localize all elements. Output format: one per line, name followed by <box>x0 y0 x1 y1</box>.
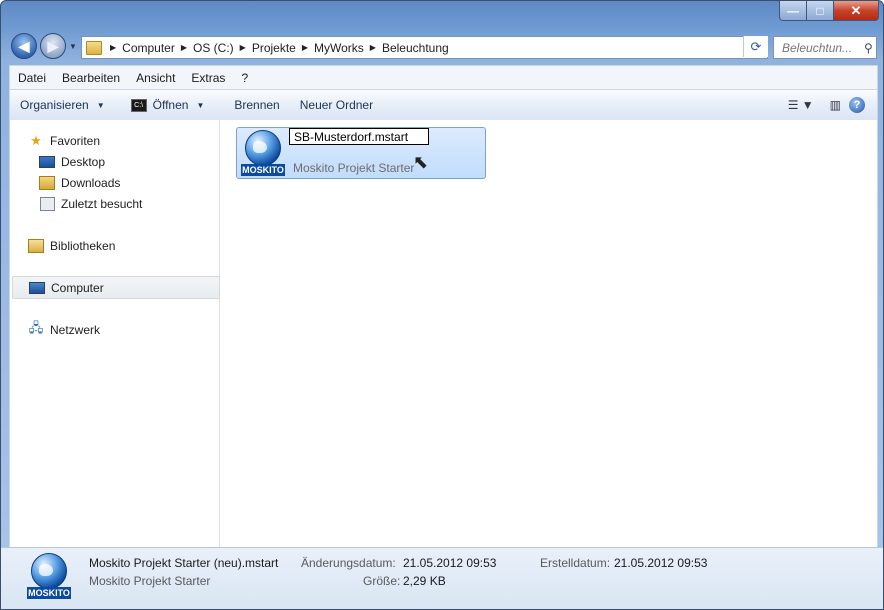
close-button[interactable]: ✕ <box>834 1 879 21</box>
chevron-down-icon: ▼ <box>196 100 205 110</box>
search-input[interactable] <box>774 39 864 56</box>
details-modified-label: Änderungsdatum: <box>301 556 396 570</box>
sidebar-item-netzwerk[interactable]: 🖧 Netzwerk <box>28 319 218 340</box>
organize-button[interactable]: Organisieren ▼ <box>10 98 115 112</box>
menu-extras[interactable]: Extras <box>183 71 233 85</box>
breadcrumb-arrow-icon[interactable]: ▶ <box>108 43 118 52</box>
breadcrumb-myworks[interactable]: MyWorks <box>310 41 368 55</box>
menu-bearbeiten[interactable]: Bearbeiten <box>54 71 128 85</box>
navigation-buttons: ◀ ▶ ▼ <box>11 33 77 59</box>
maximize-button[interactable]: □ <box>807 1 834 21</box>
organize-label: Organisieren <box>20 98 89 112</box>
moskito-logo-icon: MOSKITO <box>241 130 285 176</box>
computer-icon <box>29 281 45 295</box>
sidebar-item-label: Computer <box>51 280 104 295</box>
open-button[interactable]: C:\ Öffnen ▼ <box>121 98 215 112</box>
sidebar-item-bibliotheken[interactable]: Bibliotheken <box>28 235 218 256</box>
moskito-logo-icon: MOSKITO <box>27 553 71 599</box>
caption-buttons: — □ ✕ <box>779 1 879 21</box>
breadcrumb-arrow-icon[interactable]: ▶ <box>179 43 189 52</box>
command-bar: Organisieren ▼ C:\ Öffnen ▼ Brennen Neue… <box>9 89 878 121</box>
menu-ansicht[interactable]: Ansicht <box>128 71 183 85</box>
search-icon[interactable]: ⚲ <box>864 41 873 55</box>
navigation-pane: ★ Favoriten Desktop Downloads Zuletzt be… <box>10 120 220 547</box>
breadcrumb-arrow-icon[interactable]: ▶ <box>238 43 248 52</box>
details-file-name: Moskito Projekt Starter (neu).mstart <box>89 556 279 570</box>
sidebar-item-computer[interactable]: Computer <box>12 276 220 299</box>
sidebar-item-label: Downloads <box>61 175 121 190</box>
console-icon: C:\ <box>130 98 147 112</box>
details-modified-value: 21.05.2012 09:53 <box>403 556 497 570</box>
file-list[interactable]: MOSKITO Moskito Projekt Starter ⬉ <box>220 120 877 547</box>
open-label: Öffnen <box>152 98 189 112</box>
globe-icon <box>245 130 281 166</box>
desktop-icon <box>39 155 55 169</box>
sidebar-item-label: Netzwerk <box>50 322 101 337</box>
main-area: ★ Favoriten Desktop Downloads Zuletzt be… <box>9 120 878 547</box>
sidebar-item-label: Desktop <box>61 154 106 169</box>
burn-button[interactable]: Brennen <box>224 98 289 112</box>
file-item[interactable]: MOSKITO Moskito Projekt Starter ⬉ <box>236 127 486 179</box>
menu-bar: Datei Bearbeiten Ansicht Extras ? <box>9 65 878 89</box>
recent-pages-dropdown-icon[interactable]: ▼ <box>69 42 77 51</box>
menu-datei[interactable]: Datei <box>10 71 54 85</box>
downloads-folder-icon <box>39 175 55 190</box>
network-icon: 🖧 <box>28 319 44 335</box>
sidebar-item-downloads[interactable]: Downloads <box>39 172 218 193</box>
details-pane: MOSKITO Moskito Projekt Starter (neu).ms… <box>1 547 883 609</box>
back-button[interactable]: ◀ <box>11 33 37 59</box>
forward-button[interactable]: ▶ <box>40 33 66 59</box>
sidebar-item-label: Bibliotheken <box>50 238 116 253</box>
search-box[interactable]: ⚲ <box>773 36 877 59</box>
address-bar[interactable]: ▶ Computer ▶ OS (C:) ▶ Projekte ▶ MyWork… <box>81 36 768 59</box>
details-created-label: Erstelldatum: <box>540 556 611 570</box>
command-bar-right: ☰ ▼ ▥ ? <box>780 97 877 113</box>
details-size-label: Größe: <box>363 574 401 588</box>
sidebar-item-favoriten[interactable]: ★ Favoriten <box>28 130 218 151</box>
refresh-icon: ⟳ <box>750 38 762 54</box>
breadcrumb: ▶ Computer ▶ OS (C:) ▶ Projekte ▶ MyWork… <box>108 41 453 55</box>
refresh-button[interactable]: ⟳ <box>743 36 768 57</box>
sidebar-item-desktop[interactable]: Desktop <box>39 151 218 172</box>
mouse-cursor-icon: ⬉ <box>413 152 429 172</box>
globe-icon <box>31 553 67 589</box>
breadcrumb-arrow-icon[interactable]: ▶ <box>368 43 378 52</box>
file-type-label: Moskito Projekt Starter <box>293 161 415 175</box>
star-icon: ★ <box>30 132 42 148</box>
moskito-logo-text: MOSKITO <box>27 587 71 599</box>
breadcrumb-projekte[interactable]: Projekte <box>248 41 300 55</box>
sidebar-item-zuletzt-besucht[interactable]: Zuletzt besucht <box>39 193 218 214</box>
view-options-icon[interactable]: ☰ ▼ <box>788 98 814 112</box>
minimize-button[interactable]: — <box>779 1 807 21</box>
chevron-down-icon: ▼ <box>96 100 105 110</box>
explorer-window: — □ ✕ ◀ ▶ ▼ ▶ Computer ▶ OS (C:) ▶ Proje… <box>0 0 884 610</box>
details-size-value: 2,29 KB <box>403 574 446 588</box>
help-icon[interactable]: ? <box>849 97 865 113</box>
sidebar-item-label: Zuletzt besucht <box>61 196 143 211</box>
libraries-icon <box>28 238 44 253</box>
details-file-type: Moskito Projekt Starter <box>89 574 211 588</box>
new-folder-button[interactable]: Neuer Ordner <box>290 98 383 112</box>
recent-places-icon <box>39 196 55 211</box>
preview-pane-icon[interactable]: ▥ <box>830 98 841 112</box>
breadcrumb-arrow-icon[interactable]: ▶ <box>300 43 310 52</box>
menu-help[interactable]: ? <box>233 71 256 85</box>
rename-input[interactable] <box>289 128 429 145</box>
breadcrumb-drive[interactable]: OS (C:) <box>189 41 238 55</box>
breadcrumb-beleuchtung[interactable]: Beleuchtung <box>378 41 453 55</box>
breadcrumb-computer[interactable]: Computer <box>118 41 179 55</box>
folder-icon <box>86 40 102 55</box>
details-created-value: 21.05.2012 09:53 <box>614 556 708 570</box>
sidebar-item-label: Favoriten <box>50 133 101 148</box>
moskito-logo-text: MOSKITO <box>241 164 285 176</box>
